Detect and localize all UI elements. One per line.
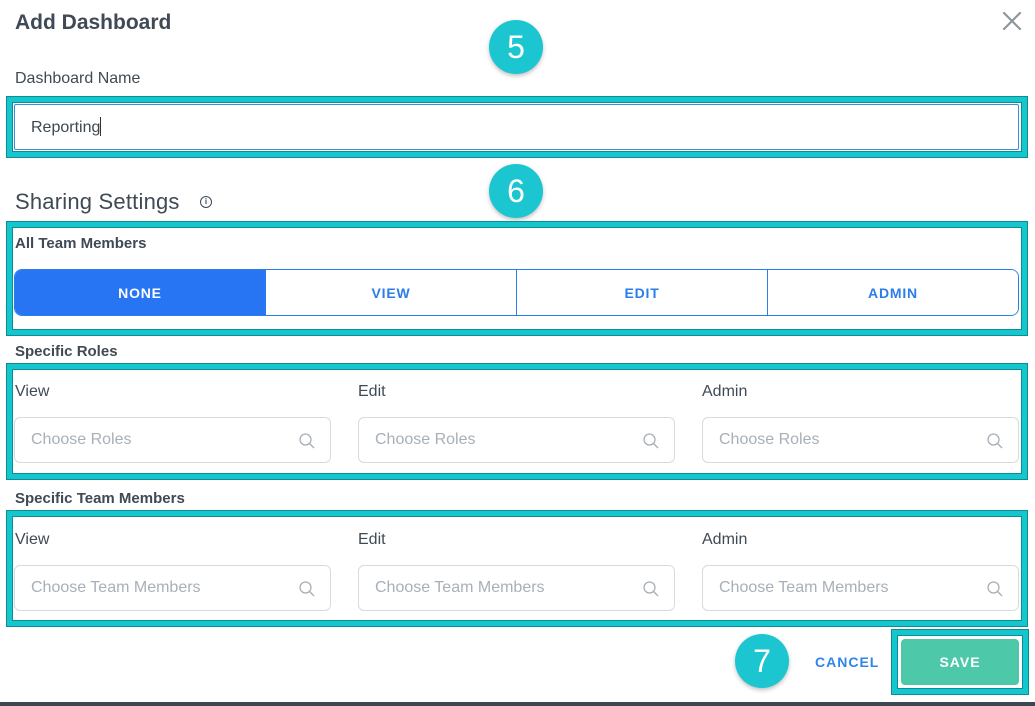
step-5-badge: 5 xyxy=(489,20,543,74)
roles-view-input[interactable]: Choose Roles xyxy=(14,417,331,463)
specific-roles-label: Specific Roles xyxy=(15,343,118,360)
sharing-settings-title: Sharing Settings xyxy=(15,189,180,214)
members-admin-placeholder: Choose Team Members xyxy=(719,579,889,596)
search-icon xyxy=(642,432,660,455)
dashboard-name-value: Reporting xyxy=(31,119,101,136)
dialog-title: Add Dashboard xyxy=(15,11,172,34)
roles-view-label: View xyxy=(15,383,50,400)
members-edit-label: Edit xyxy=(358,531,386,548)
permission-admin-button[interactable]: ADMIN xyxy=(767,270,1018,315)
search-icon xyxy=(986,432,1004,455)
specific-team-members-label: Specific Team Members xyxy=(15,490,185,507)
all-team-members-label: All Team Members xyxy=(15,235,147,252)
roles-edit-input[interactable]: Choose Roles xyxy=(358,417,675,463)
roles-admin-input[interactable]: Choose Roles xyxy=(702,417,1019,463)
dashboard-name-input[interactable]: Reporting xyxy=(14,104,1019,150)
search-icon xyxy=(298,432,316,455)
step-7-badge: 7 xyxy=(735,634,789,688)
permission-edit-button[interactable]: EDIT xyxy=(516,270,767,315)
roles-admin-placeholder: Choose Roles xyxy=(719,431,820,448)
roles-admin-label: Admin xyxy=(702,383,748,400)
search-icon xyxy=(298,580,316,603)
permission-view-button[interactable]: VIEW xyxy=(265,270,516,315)
dashboard-name-label: Dashboard Name xyxy=(15,70,141,87)
permission-none-button[interactable]: NONE xyxy=(15,270,265,315)
search-icon xyxy=(642,580,660,603)
roles-edit-label: Edit xyxy=(358,383,386,400)
members-view-placeholder: Choose Team Members xyxy=(31,579,201,596)
bottom-divider xyxy=(0,702,1035,706)
permission-segmented-control: NONE VIEW EDIT ADMIN xyxy=(14,269,1019,316)
members-view-label: View xyxy=(15,531,50,548)
members-edit-placeholder: Choose Team Members xyxy=(375,579,545,596)
members-admin-input[interactable]: Choose Team Members xyxy=(702,565,1019,611)
members-admin-label: Admin xyxy=(702,531,748,548)
members-edit-input[interactable]: Choose Team Members xyxy=(358,565,675,611)
roles-view-placeholder: Choose Roles xyxy=(31,431,132,448)
roles-edit-placeholder: Choose Roles xyxy=(375,431,476,448)
members-view-input[interactable]: Choose Team Members xyxy=(14,565,331,611)
save-button[interactable]: SAVE xyxy=(901,639,1019,685)
cancel-button[interactable]: CANCEL xyxy=(815,654,879,670)
info-icon[interactable]: i xyxy=(200,196,212,208)
search-icon xyxy=(986,580,1004,603)
close-icon[interactable] xyxy=(999,8,1025,34)
step-6-badge: 6 xyxy=(489,164,543,218)
text-caret xyxy=(100,117,102,136)
